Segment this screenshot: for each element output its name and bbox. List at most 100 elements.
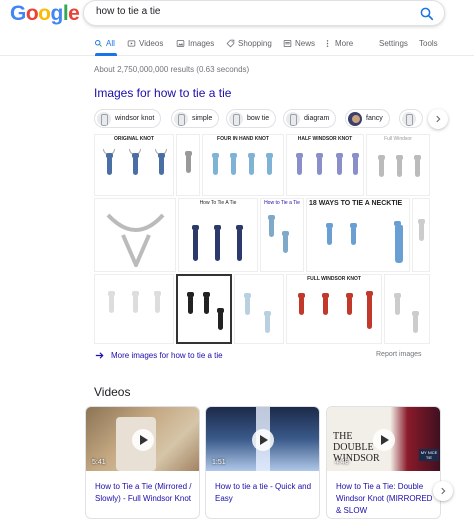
image-result[interactable]: How to Tie a Tie xyxy=(260,198,304,272)
video-title[interactable]: How to Tie a Tie (Mirrored / Slowly) - F… xyxy=(95,481,195,505)
tie-drawing xyxy=(394,293,401,315)
chip-label: windsor knot xyxy=(115,115,155,122)
image-result[interactable] xyxy=(412,198,430,272)
tab-label: News xyxy=(295,39,316,48)
search-icon xyxy=(95,40,102,47)
image-result[interactable]: How To Tie A Tie xyxy=(178,198,258,272)
image-result[interactable]: FULL WINDSOR KNOT xyxy=(286,274,382,344)
tab-label: Images xyxy=(188,39,215,48)
search-input[interactable] xyxy=(96,6,396,17)
chip-label: simple xyxy=(192,115,213,122)
play-icon[interactable] xyxy=(373,429,395,451)
image-results-grid: ORIGINAL KNOT FOUR IN HAND KNOT HALF WIN… xyxy=(94,134,430,344)
search-icon[interactable] xyxy=(418,5,436,23)
tie-drawing xyxy=(282,231,289,253)
logo-letter: g xyxy=(50,2,64,25)
tie-drawing xyxy=(394,221,403,263)
video-card[interactable]: 5:41 How to Tie a Tie (Mirrored / Slowly… xyxy=(85,406,200,519)
tie-drawing xyxy=(217,308,224,330)
chip-windsor-knot[interactable]: windsor knot xyxy=(94,109,162,128)
logo-letter: G xyxy=(10,2,26,25)
video-title[interactable]: How to Tie a Tie: Double Windsor Knot (M… xyxy=(336,481,436,517)
tab-more[interactable]: More xyxy=(323,39,353,48)
image-result[interactable] xyxy=(384,274,430,344)
image-result[interactable] xyxy=(94,198,176,272)
video-card[interactable]: THE DOUBLE WINDSOR MY NICE TIE 4:48 How … xyxy=(326,406,441,519)
image-result[interactable] xyxy=(234,274,284,344)
more-images-label: More images for how to tie a tie xyxy=(111,351,223,360)
tie-drawing xyxy=(296,153,303,175)
play-icon[interactable] xyxy=(132,429,154,451)
tie-drawing xyxy=(132,291,139,313)
videos-next-button[interactable] xyxy=(433,481,453,501)
tab-label: Shopping xyxy=(238,39,272,48)
chip-thumbnail xyxy=(286,111,300,126)
video-thumbnail[interactable]: THE DOUBLE WINDSOR MY NICE TIE 4:48 xyxy=(327,407,440,471)
results-count: About 2,750,000,000 results (0.63 second… xyxy=(94,65,250,74)
chip-label: diagram xyxy=(304,115,330,122)
tie-drawing xyxy=(378,155,385,177)
chip-simple[interactable]: simple xyxy=(171,109,220,128)
image-result[interactable]: ORIGINAL KNOT xyxy=(94,134,174,196)
images-heading-link[interactable]: Images for how to tie a tie xyxy=(94,86,231,100)
chevron-right-icon xyxy=(436,115,441,123)
tie-drawing xyxy=(158,153,165,175)
tab-shopping[interactable]: Shopping xyxy=(226,39,272,48)
image-result[interactable]: FOUR IN HAND KNOT xyxy=(202,134,284,196)
image-result[interactable] xyxy=(176,274,232,344)
video-thumbnail[interactable]: 5:41 xyxy=(86,407,199,471)
image-result[interactable]: 18 WAYS TO TIE A NECKTIE xyxy=(306,198,410,272)
tie-drawing xyxy=(352,153,359,175)
chip-more[interactable] xyxy=(399,109,423,128)
tab-all[interactable]: All xyxy=(94,39,115,48)
logo-letter: o xyxy=(25,2,39,25)
report-images-link[interactable]: Report images xyxy=(376,351,422,358)
image-result[interactable]: HALF WINDSOR KNOT xyxy=(286,134,364,196)
tie-drawing xyxy=(412,311,419,333)
chip-diagram[interactable]: diagram xyxy=(283,109,337,128)
tie-drawing xyxy=(106,153,113,175)
tie-drawing xyxy=(346,293,353,315)
chip-fancy[interactable]: fancy xyxy=(345,109,390,128)
tab-tools[interactable]: Tools xyxy=(419,39,438,48)
image-caption: How To Tie A Tie xyxy=(199,200,237,206)
tie-drawing xyxy=(108,291,115,313)
video-title[interactable]: How to tie a tie - Quick and Easy xyxy=(215,481,315,505)
tie-drawing xyxy=(396,155,403,177)
chips-next-button[interactable] xyxy=(428,109,448,129)
tag-icon xyxy=(226,39,235,48)
video-card[interactable]: 1:51 How to tie a tie - Quick and Easy xyxy=(205,406,320,519)
chip-label: fancy xyxy=(366,115,383,122)
news-icon xyxy=(283,40,292,47)
video-thumbnail[interactable]: 1:51 xyxy=(206,407,319,471)
tie-drawing xyxy=(266,153,273,175)
arrow-right-icon xyxy=(95,352,104,359)
image-result[interactable] xyxy=(176,134,200,196)
chip-thumbnail xyxy=(402,111,416,126)
active-tab-indicator xyxy=(95,53,117,56)
google-logo[interactable]: Google xyxy=(10,2,80,26)
tab-videos[interactable]: Videos xyxy=(127,39,163,48)
tie-drawing xyxy=(366,291,373,329)
chip-bow-tie[interactable]: bow tie xyxy=(226,109,277,128)
image-caption: How to Tie a Tie xyxy=(264,200,300,206)
tie-drawing xyxy=(418,219,425,241)
logo-letter: o xyxy=(38,2,51,25)
tab-label: Videos xyxy=(139,39,164,48)
tab-images[interactable]: Images xyxy=(176,39,214,48)
image-result[interactable] xyxy=(94,274,174,344)
tab-label: All xyxy=(106,39,115,48)
tie-drawing xyxy=(248,153,255,175)
tab-settings[interactable]: Settings xyxy=(379,39,408,48)
chip-thumbnail xyxy=(348,111,362,126)
search-box[interactable] xyxy=(83,0,445,26)
image-caption: HALF WINDSOR KNOT xyxy=(297,136,353,142)
image-result[interactable]: Full Windsor xyxy=(366,134,430,196)
image-caption: 18 WAYS TO TIE A NECKTIE xyxy=(309,200,403,207)
tie-drawing xyxy=(203,292,210,314)
play-icon[interactable] xyxy=(252,429,274,451)
tab-news[interactable]: News xyxy=(283,39,315,48)
tie-drawing xyxy=(244,293,251,315)
tie-drawing xyxy=(185,151,192,173)
more-images-link[interactable]: More images for how to tie a tie xyxy=(94,350,223,361)
